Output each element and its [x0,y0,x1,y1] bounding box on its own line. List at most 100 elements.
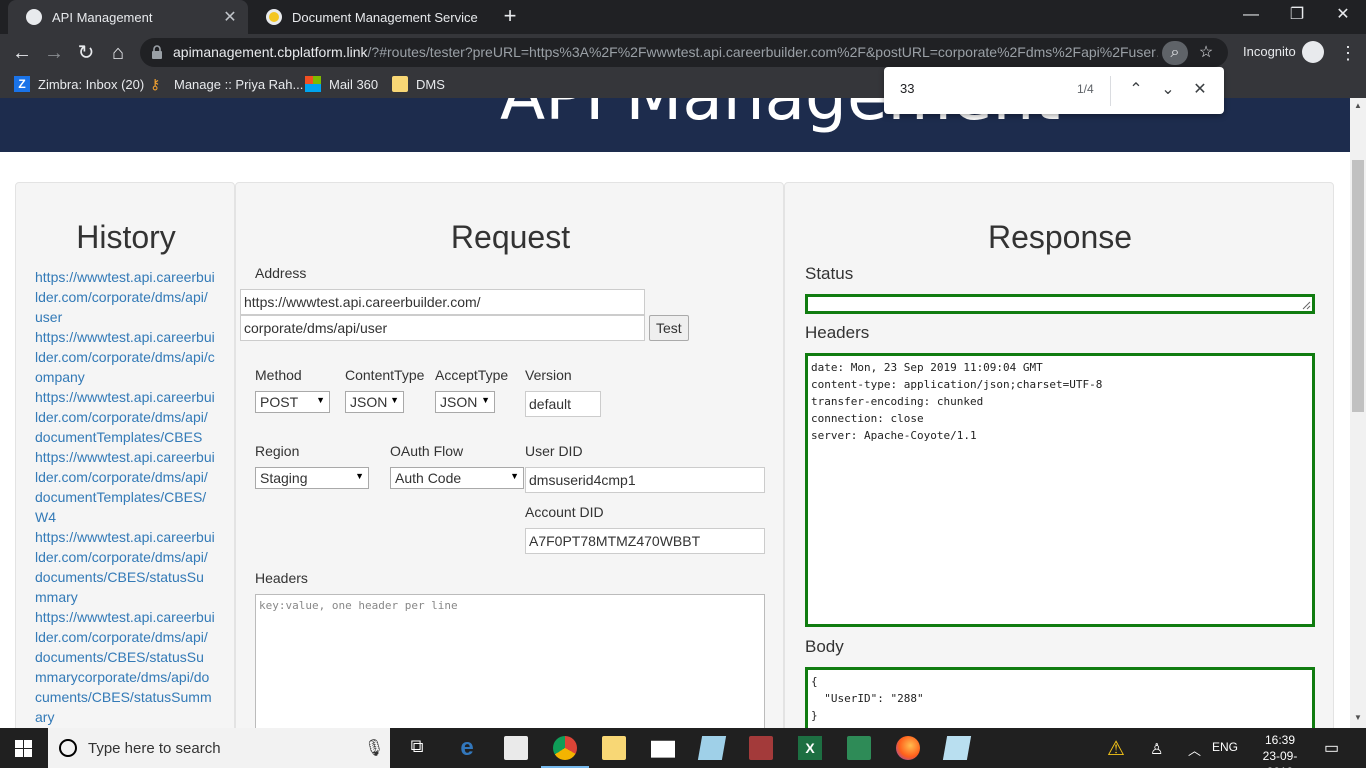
home-icon[interactable]: ⌂ [105,40,131,66]
oauth-flow-value: Auth Code [395,470,462,486]
bookmark-label: Manage :: Priya Rah... [174,76,304,92]
address-base-input[interactable]: https://wwwtest.api.careerbuilder.com/ [240,289,645,315]
user-did-label: User DID [525,443,583,459]
forward-icon[interactable]: → [41,40,67,66]
new-tab-icon[interactable]: + [498,4,522,28]
method-label: Method [255,367,302,383]
accept-type-label: AcceptType [435,367,509,383]
accept-type-value: JSON [440,394,478,410]
microphone-icon[interactable]: 🎙 [364,738,384,758]
notepad-icon[interactable] [697,736,727,760]
bookmark-dms[interactable]: DMS [392,76,445,92]
chevron-up-tray-icon[interactable]: ︿ [1188,740,1201,759]
request-panel: Request Address https://wwwtest.api.care… [235,182,784,728]
bookmark-zimbra[interactable]: Z Zimbra: Inbox (20) [14,76,144,92]
content-type-select[interactable]: JSON ▼ [345,391,404,413]
region-value: Staging [260,470,308,486]
history-link[interactable]: https://wwwtest.api.careerbuilder.com/co… [35,387,215,447]
task-view-icon[interactable]: ⧉ [405,736,429,760]
firefox-icon[interactable] [896,736,920,760]
history-link[interactable]: https://wwwtest.api.careerbuilder.com/co… [35,527,215,607]
scroll-down-icon[interactable]: ▼ [1350,710,1366,726]
region-select[interactable]: Staging ▼ [255,467,369,489]
history-list: https://wwwtest.api.careerbuilder.com/co… [35,267,215,727]
status-textarea[interactable]: 200 [805,294,1315,314]
page-scrollbar[interactable]: ▲ ▼ [1350,98,1366,728]
chevron-down-icon: ▼ [510,471,519,481]
bookmark-star-icon[interactable]: ☆ [1194,41,1218,65]
page-viewport: API Management History https://wwwtest.a… [0,98,1350,728]
accept-type-select[interactable]: JSON ▼ [435,391,495,413]
excel-file-icon[interactable] [847,736,871,760]
mail-icon[interactable] [651,740,675,758]
content-type-label: ContentType [345,367,425,383]
close-find-icon[interactable]: ✕ [1188,78,1212,102]
notification-icon[interactable]: ▭ [1324,738,1339,758]
chevron-up-icon[interactable]: ⌃ [1124,78,1148,102]
incognito-icon[interactable] [1302,41,1324,63]
edge-icon[interactable]: e [455,736,479,760]
scrollbar-thumb[interactable] [1352,160,1364,412]
bookmark-label: Zimbra: Inbox (20) [38,76,145,92]
method-select[interactable]: POST ▼ [255,391,330,413]
file-explorer-icon[interactable] [602,736,626,760]
chrome-icon[interactable] [541,736,589,768]
history-link[interactable]: https://wwwtest.api.careerbuilder.com/co… [35,327,215,387]
taskbar-search-box[interactable]: Type here to search 🎙 [48,728,390,768]
address-path-input[interactable]: corporate/dms/api/user [240,315,645,341]
resize-handle-icon[interactable] [1301,300,1311,310]
address-label: Address [255,265,307,281]
find-input[interactable]: 33 [900,81,1050,96]
find-bar: 33 1/4 ⌃ ⌄ ✕ [884,67,1224,114]
history-link[interactable]: https://wwwtest.api.careerbuilder.com/co… [35,447,215,527]
store-icon[interactable] [504,736,528,760]
tab-document-management[interactable]: Document Management Service [248,0,488,34]
chevron-down-icon: ▼ [316,395,325,405]
clock-date: 23-09-2019 [1262,749,1298,768]
scroll-up-icon[interactable]: ▲ [1350,98,1366,114]
close-tab-icon[interactable]: ✕ [218,7,242,27]
clock-time: 16:39 [1264,733,1296,747]
browser-menu-icon[interactable]: ⋮ [1336,40,1360,66]
minimize-icon[interactable]: — [1228,0,1274,30]
search-in-page-icon[interactable]: ⌕ [1162,41,1188,65]
notepad-alt-icon[interactable] [942,736,972,760]
tab-title: API Management [52,9,153,25]
history-link[interactable]: https://wwwtest.api.careerbuilder.com/co… [35,607,215,727]
winrar-icon[interactable] [749,736,773,760]
bookmark-mail360[interactable]: Mail 360 [305,76,378,92]
status-label: Status [805,264,854,283]
oauth-flow-label: OAuth Flow [390,443,464,459]
bookmark-manage[interactable]: ⚷ Manage :: Priya Rah... [150,76,303,92]
reload-icon[interactable]: ↻ [73,40,99,66]
url-path: /?#routes/tester?preURL=https%3A%2F%2Fww… [367,44,1158,60]
response-body-textarea[interactable]: { "UserID": "288" } [805,667,1315,728]
back-icon[interactable]: ← [9,40,35,66]
version-input[interactable]: default [525,391,601,417]
dms-favicon-icon [266,9,282,25]
test-button[interactable]: Test [649,315,689,341]
history-link[interactable]: https://wwwtest.api.careerbuilder.com/co… [35,267,215,327]
request-title: Request [450,219,571,255]
tab-api-management[interactable]: API Management ✕ [8,0,248,34]
response-panel: Response Status 200 Headers date: Mon, 2… [784,182,1334,728]
warning-tray-icon[interactable]: ⚠ [1104,736,1128,760]
account-did-input[interactable]: A7F0PT78MTMZ470WBBT [525,528,765,554]
excel-icon[interactable]: X [798,736,822,760]
close-window-icon[interactable]: ✕ [1320,0,1366,30]
windows-start-icon[interactable] [15,740,32,757]
language-indicator[interactable]: ENG [1212,740,1238,754]
people-icon[interactable]: ♙ [1150,740,1163,758]
taskbar-clock[interactable]: 16:39 23-09-2019 [1258,732,1302,768]
response-headers-textarea[interactable]: date: Mon, 23 Sep 2019 11:09:04 GMT cont… [805,353,1315,627]
request-headers-textarea[interactable]: key:value, one header per line [255,594,765,728]
response-headers-label: Headers [805,323,870,342]
taskbar-search-placeholder: Type here to search [88,740,221,757]
chevron-down-icon[interactable]: ⌄ [1156,78,1180,102]
user-did-input[interactable]: dmsuserid4cmp1 [525,467,765,493]
address-bar[interactable]: apimanagement.cbplatform.link/?#routes/t… [140,38,1228,67]
zimbra-icon: Z [14,76,30,92]
restore-icon[interactable]: ❐ [1274,0,1320,30]
oauth-flow-select[interactable]: Auth Code ▼ [390,467,524,489]
search-icon [59,739,77,757]
